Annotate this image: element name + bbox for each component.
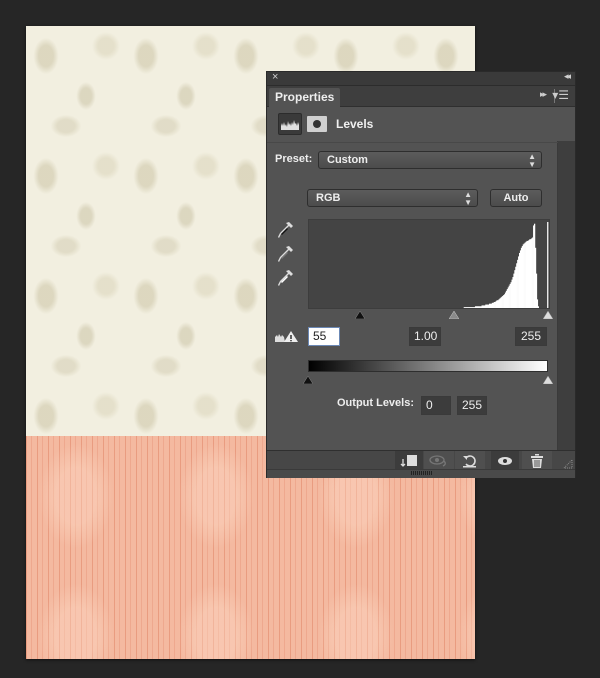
dropdown-arrows-icon: ▲ ▼ xyxy=(528,152,536,169)
input-gamma-slider[interactable] xyxy=(448,308,460,320)
output-black-field[interactable]: 0 xyxy=(421,396,451,415)
preset-label: Preset: xyxy=(275,153,313,165)
panel-footer xyxy=(267,450,575,470)
tab-properties[interactable]: Properties xyxy=(269,88,341,107)
input-gamma-field[interactable]: 1.00 xyxy=(409,327,441,346)
eye-icon xyxy=(498,456,512,465)
preset-dropdown[interactable]: Custom ▲ ▼ xyxy=(318,151,542,169)
header-divider xyxy=(267,142,558,143)
gray-point-eyedropper-icon[interactable] xyxy=(278,245,294,263)
channel-value: RGB xyxy=(316,192,341,204)
adjustment-header: Levels xyxy=(278,113,373,135)
toggle-visibility-button[interactable] xyxy=(491,451,519,470)
delete-button[interactable] xyxy=(522,451,552,470)
clip-to-layer-button[interactable] xyxy=(395,451,423,470)
resize-grip-icon[interactable] xyxy=(563,459,573,469)
input-black-slider[interactable] xyxy=(354,308,366,320)
output-white-slider[interactable] xyxy=(542,373,554,385)
trash-icon xyxy=(531,453,543,468)
panel-tabbar: Properties ▸▸ ▾☰ xyxy=(267,86,575,107)
preset-value: Custom xyxy=(327,154,368,166)
levels-adjustment-icon[interactable] xyxy=(278,113,302,135)
output-levels-label: Output Levels: xyxy=(337,397,415,409)
white-point-eyedropper-icon[interactable] xyxy=(278,269,294,287)
reset-icon xyxy=(463,454,476,467)
channel-dropdown[interactable]: RGB ▲ ▼ xyxy=(307,189,478,207)
dropdown-arrows-icon: ▲ ▼ xyxy=(464,190,472,207)
output-black-slider[interactable] xyxy=(302,373,314,385)
black-point-eyedropper-icon[interactable] xyxy=(278,221,294,239)
panel-menu-icon[interactable]: ▾☰ xyxy=(552,88,569,102)
output-white-field[interactable]: 255 xyxy=(457,396,487,415)
histogram-bin xyxy=(547,222,549,308)
panel-bottom-grip[interactable] xyxy=(267,469,575,478)
input-white-field[interactable]: 255 xyxy=(515,327,547,346)
layer-mask-icon[interactable] xyxy=(307,116,327,132)
input-white-slider[interactable] xyxy=(542,308,554,320)
close-icon[interactable]: × xyxy=(272,71,278,83)
histogram-plot xyxy=(463,222,549,308)
grip-dots xyxy=(411,471,433,475)
view-previous-state-button[interactable] xyxy=(424,451,454,470)
histogram xyxy=(308,219,550,309)
panel-titlebar[interactable]: × ◂◂ xyxy=(267,71,575,86)
collapse-icon[interactable]: ◂◂ xyxy=(564,71,571,82)
clipping-warning-icon[interactable] xyxy=(275,329,299,343)
expand-panels-icon[interactable]: ▸▸ xyxy=(540,89,547,100)
panel-scrollbar[interactable] xyxy=(557,141,575,450)
levels-content: Levels Preset: Custom ▲ ▼ RGB ▲ ▼ Auto 5… xyxy=(267,107,558,450)
properties-panel: × ◂◂ Properties ▸▸ ▾☰ Levels Preset: Cus… xyxy=(266,71,576,478)
input-black-field[interactable]: 55 xyxy=(308,327,340,346)
reset-button[interactable] xyxy=(455,451,485,470)
histogram-bin xyxy=(537,306,539,308)
adjustment-title: Levels xyxy=(336,117,374,131)
auto-button[interactable]: Auto xyxy=(490,189,542,207)
output-gradient-bar xyxy=(308,360,548,372)
view-previous-eye-icon xyxy=(429,454,446,467)
clip-to-layer-icon xyxy=(400,454,417,467)
